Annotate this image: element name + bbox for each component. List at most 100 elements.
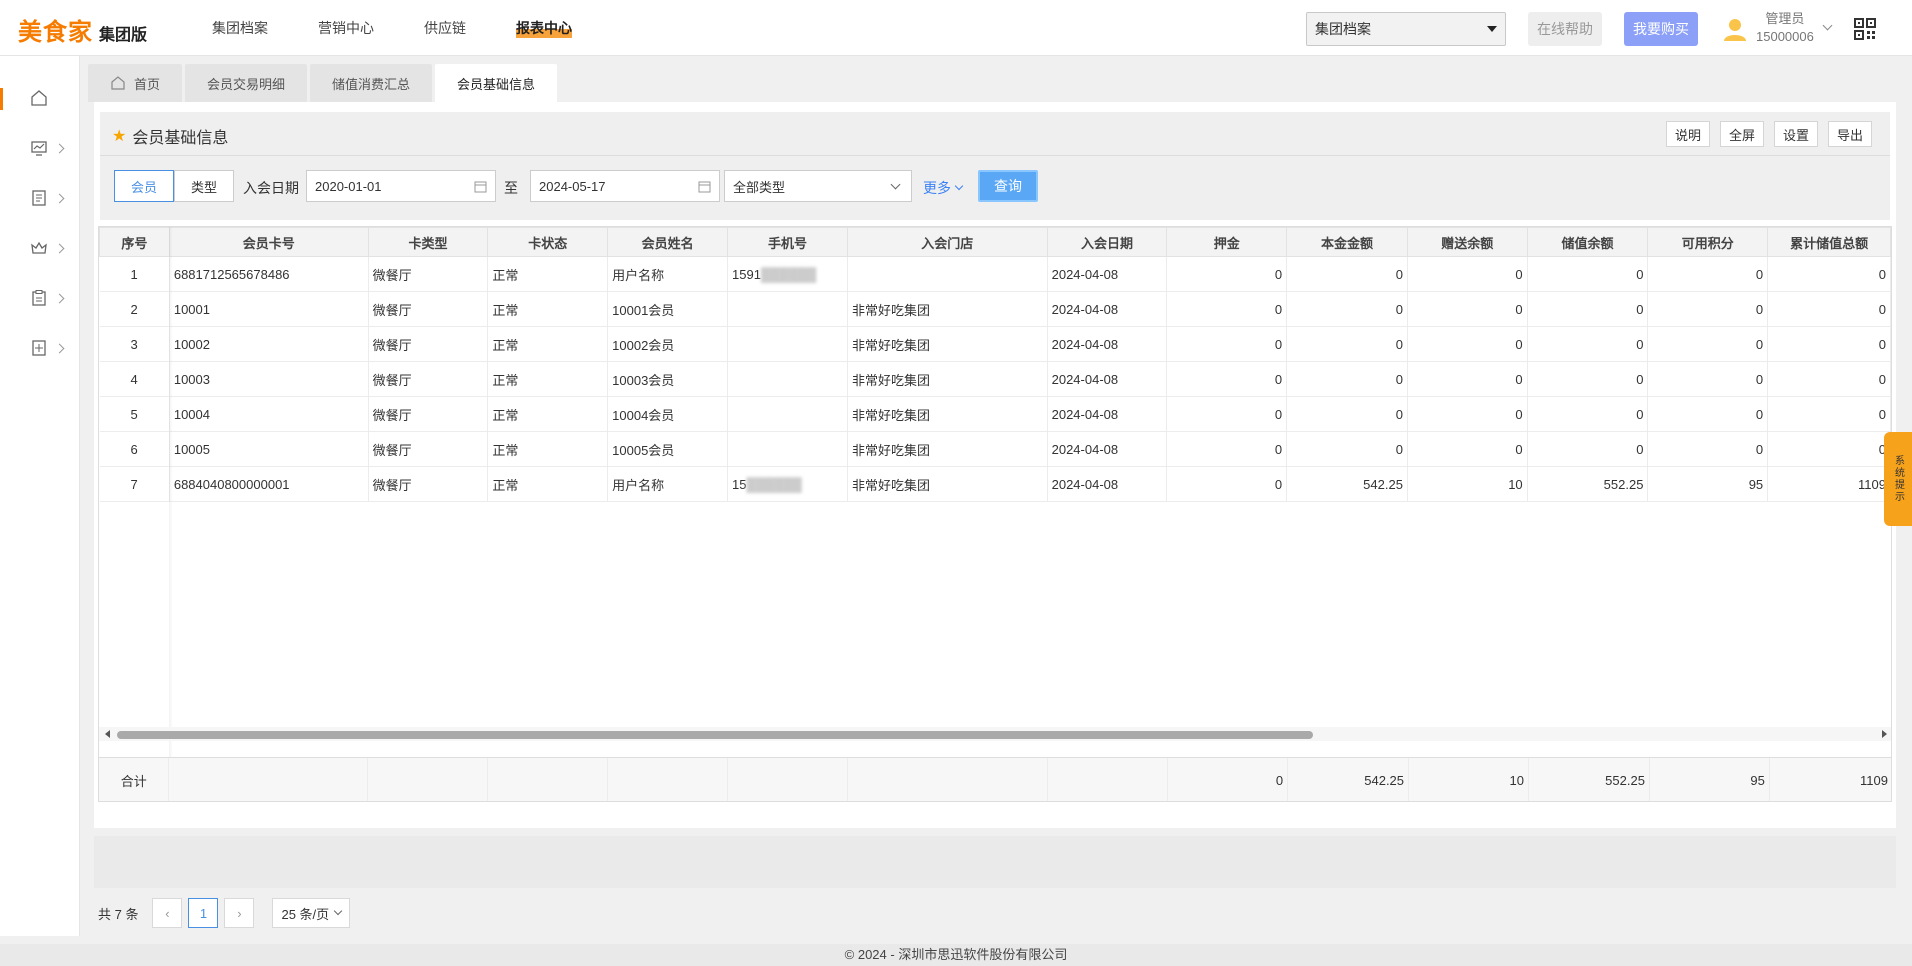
col-header[interactable]: 序号	[99, 227, 170, 257]
horizontal-scrollbar[interactable]	[99, 727, 1891, 741]
table-row[interactable]: 2 10001 微餐厅 正常 10001会员 非常好吃集团 2024-04-08 0 0 0 0 0 0	[99, 291, 1891, 327]
total-stored-balance: 552.25	[1528, 758, 1650, 801]
user-role: 管理员	[1765, 11, 1805, 26]
logo[interactable]: 美食家 集团版	[18, 12, 147, 47]
fullscreen-button[interactable]: 全屏	[1719, 121, 1764, 147]
cell-card-type: 微餐厅	[368, 256, 489, 292]
qr-code-icon[interactable]	[1854, 18, 1876, 40]
phone-visible: 1591	[732, 266, 761, 282]
online-help-button[interactable]: 在线帮助	[1528, 12, 1602, 46]
export-button[interactable]: 导出	[1827, 121, 1872, 147]
cell-deposit: 0	[1166, 361, 1288, 397]
cell-row-index: 1	[99, 256, 170, 292]
table-row[interactable]: 1 6881712565678486 微餐厅 正常 用户名称 1591██████ 2024…	[99, 256, 1891, 292]
prev-page-button[interactable]: ‹	[152, 898, 183, 928]
col-header[interactable]: 累计储值总额	[1767, 227, 1891, 257]
col-header[interactable]: 会员姓名	[607, 227, 729, 257]
nav-supply-chain[interactable]: 供应链	[424, 18, 466, 38]
tab-stored-value-summary[interactable]: 储值消费汇总	[310, 64, 433, 102]
buy-button[interactable]: 我要购买	[1624, 12, 1698, 46]
sidebar-item-settings[interactable]	[0, 328, 80, 368]
table-row[interactable]: 6 10005 微餐厅 正常 10005会员 非常好吃集团 2024-04-08 0 0 0 0 0 0	[99, 431, 1891, 467]
nav-group-archive[interactable]: 集团档案	[212, 18, 268, 38]
cell-card-number: 10001	[169, 291, 369, 327]
sidebar-item-reports[interactable]	[0, 278, 80, 318]
col-header[interactable]: 赠送余额	[1406, 227, 1528, 257]
sidebar-item-members[interactable]	[0, 228, 80, 268]
cell-join-store: 非常好吃集团	[847, 431, 1048, 467]
more-filters-link[interactable]: 更多	[923, 178, 964, 198]
sidebar-item-home[interactable]	[0, 78, 80, 118]
card-type-select[interactable]: 全部类型	[724, 170, 912, 202]
cell-join-date: 2024-04-08	[1047, 396, 1168, 432]
tab-member-basic-info[interactable]: 会员基础信息	[435, 64, 558, 102]
scrollbar-thumb[interactable]	[117, 731, 1313, 739]
scroll-right-icon[interactable]	[1882, 730, 1887, 738]
cell-row-index: 4	[99, 361, 170, 397]
cell-principal: 0	[1286, 396, 1408, 432]
col-header[interactable]: 卡状态	[487, 227, 609, 257]
total-principal: 542.25	[1287, 758, 1410, 801]
total-cumulative: 1109	[1769, 758, 1891, 801]
user-id: 15000006	[1756, 29, 1814, 44]
sidebar-item-orders[interactable]	[0, 178, 80, 218]
table-body: 1 6881712565678486 微餐厅 正常 用户名称 1591██████ 2024…	[99, 256, 1891, 502]
table-row[interactable]: 4 10003 微餐厅 正常 10003会员 非常好吃集团 2024-04-08 0 0 0 0 0 0	[99, 361, 1891, 397]
cell-deposit: 0	[1166, 396, 1288, 432]
cell-available-points: 0	[1647, 256, 1769, 292]
page-number[interactable]: 1	[188, 898, 219, 928]
col-header[interactable]: 入会日期	[1046, 227, 1168, 257]
col-header[interactable]: 本金金额	[1286, 227, 1408, 257]
nav-marketing[interactable]: 营销中心	[318, 18, 374, 38]
col-header[interactable]: 押金	[1166, 227, 1288, 257]
cell-deposit: 0	[1166, 256, 1288, 292]
crown-icon	[31, 241, 47, 254]
next-page-button[interactable]: ›	[224, 898, 255, 928]
star-icon[interactable]: ★	[112, 126, 126, 146]
total-cell	[168, 758, 369, 801]
cell-join-date: 2024-04-08	[1047, 326, 1168, 362]
col-header[interactable]: 手机号	[727, 227, 848, 257]
tab-home[interactable]: 首页	[88, 64, 183, 102]
nav-report-center[interactable]: 报表中心	[516, 18, 572, 38]
cell-stored-balance: 0	[1527, 396, 1649, 432]
chevron-down-icon[interactable]	[1822, 20, 1833, 31]
col-header[interactable]: 入会门店	[846, 227, 1048, 257]
col-header[interactable]: 会员卡号	[168, 227, 369, 257]
archive-select[interactable]: 集团档案	[1306, 12, 1506, 46]
settings-button[interactable]: 设置	[1773, 121, 1818, 147]
cell-card-type: 微餐厅	[368, 291, 489, 327]
segment-type[interactable]: 类型	[174, 170, 234, 202]
cell-bonus-balance: 0	[1407, 396, 1528, 432]
cell-member-name: 10002会员	[607, 326, 729, 362]
cell-stored-balance: 552.25	[1527, 466, 1649, 502]
table-row[interactable]: 5 10004 微餐厅 正常 10004会员 非常好吃集团 2024-04-08 0 0 0 0 0 0	[99, 396, 1891, 432]
col-header[interactable]: 可用积分	[1647, 227, 1769, 257]
cell-card-type: 微餐厅	[368, 326, 489, 362]
sidebar-item-dashboard[interactable]	[0, 128, 80, 168]
date-to-input[interactable]: 2024-05-17	[530, 170, 720, 202]
cell-row-index: 7	[99, 466, 170, 502]
cell-phone: 1591██████	[727, 256, 848, 292]
cell-principal: 542.25	[1286, 466, 1408, 502]
query-button[interactable]: 查询	[978, 170, 1038, 202]
segment-member[interactable]: 会员	[114, 170, 174, 202]
clipboard-icon	[32, 290, 46, 306]
page-size-select[interactable]: 25 条/页	[272, 898, 351, 928]
table-row[interactable]: 7 6884040800000001 微餐厅 正常 用户名称 15██████ 非常好吃集团…	[99, 466, 1891, 502]
user-info[interactable]: 管理员 15000006	[1756, 10, 1814, 46]
cell-card-status: 正常	[487, 431, 609, 467]
cell-cumulative-stored: 0	[1767, 291, 1891, 327]
tab-member-transactions[interactable]: 会员交易明细	[185, 64, 308, 102]
cell-join-store: 非常好吃集团	[847, 361, 1048, 397]
user-avatar-icon[interactable]	[1722, 16, 1748, 42]
member-table: 序号 会员卡号 卡类型 卡状态 会员姓名 手机号 入会门店 入会日期 押金 本金…	[98, 226, 1892, 802]
col-header[interactable]: 卡类型	[367, 227, 489, 257]
help-button[interactable]: 说明	[1665, 121, 1710, 147]
scroll-left-icon[interactable]	[105, 730, 110, 738]
page-size-value: 25 条/页	[281, 906, 330, 922]
system-tip-tab[interactable]: 系统提示	[1884, 432, 1912, 526]
col-header[interactable]: 储值余额	[1526, 227, 1649, 257]
table-row[interactable]: 3 10002 微餐厅 正常 10002会员 非常好吃集团 2024-04-08 0 0 0 0 0 0	[99, 326, 1891, 362]
date-from-input[interactable]: 2020-01-01	[306, 170, 496, 202]
